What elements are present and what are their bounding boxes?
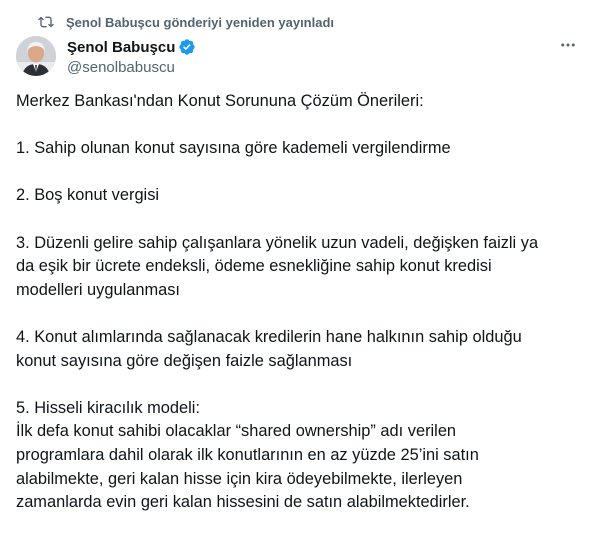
- tweet-item-5-line-4: zamanlarda evin geri kalan hissesini de …: [16, 493, 470, 512]
- more-icon: [559, 36, 577, 59]
- author-handle[interactable]: @senolbabuscu: [67, 59, 196, 76]
- tweet-item-5-line-3: alabilmekte, geri kalan hisse için kira …: [16, 469, 463, 488]
- repost-text: Şenol Babuşcu gönderiyi yeniden yayınlad…: [66, 14, 335, 30]
- author-info[interactable]: Şenol Babuşcu @senolbabuscu: [67, 37, 196, 76]
- tweet-item-3-line-3: modelleri uygulanması: [16, 280, 180, 299]
- tweet-title: Merkez Bankası'ndan Konut Sorununa Çözüm…: [16, 92, 424, 110]
- repost-indicator[interactable]: Şenol Babuşcu gönderiyi yeniden yayınlad…: [38, 13, 334, 31]
- tweet-item-5-line-2: programlara dahil olarak ilk konutlarını…: [16, 445, 479, 464]
- tweet-card[interactable]: Şenol Babuşcu gönderiyi yeniden yayınlad…: [0, 0, 598, 538]
- tweet-item-2: 2. Boş konut vergisi: [16, 186, 160, 205]
- tweet-item-5-line-1: İlk defa konut sahibi olacaklar “shared …: [16, 422, 457, 441]
- repost-icon: [38, 14, 54, 30]
- verified-badge-icon: [178, 38, 196, 56]
- tweet-item-1: 1. Sahip olunan konut sayısına göre kade…: [16, 139, 451, 158]
- author-name[interactable]: Şenol Babuşcu: [67, 39, 175, 56]
- tweet-item-3-line-2: da eşik bir ücrete endeksli, ödeme esnek…: [16, 257, 492, 276]
- tweet-item-4-line-1: 4. Konut alımlarında sağlanacak krediler…: [16, 327, 522, 346]
- more-options-button[interactable]: [556, 38, 580, 56]
- tweet-item-3-line-1: 3. Düzenli gelire sahip çalışanlara yöne…: [16, 233, 539, 252]
- tweet-text: Merkez Bankası'ndan Konut Sorununa Çözüm…: [16, 90, 582, 515]
- tweet-item-4-line-2: konut sayısına göre değişen faizle sağla…: [16, 351, 353, 370]
- avatar[interactable]: [16, 36, 56, 76]
- tweet-item-5-title: 5. Hisseli kiracılık modeli:: [16, 398, 200, 417]
